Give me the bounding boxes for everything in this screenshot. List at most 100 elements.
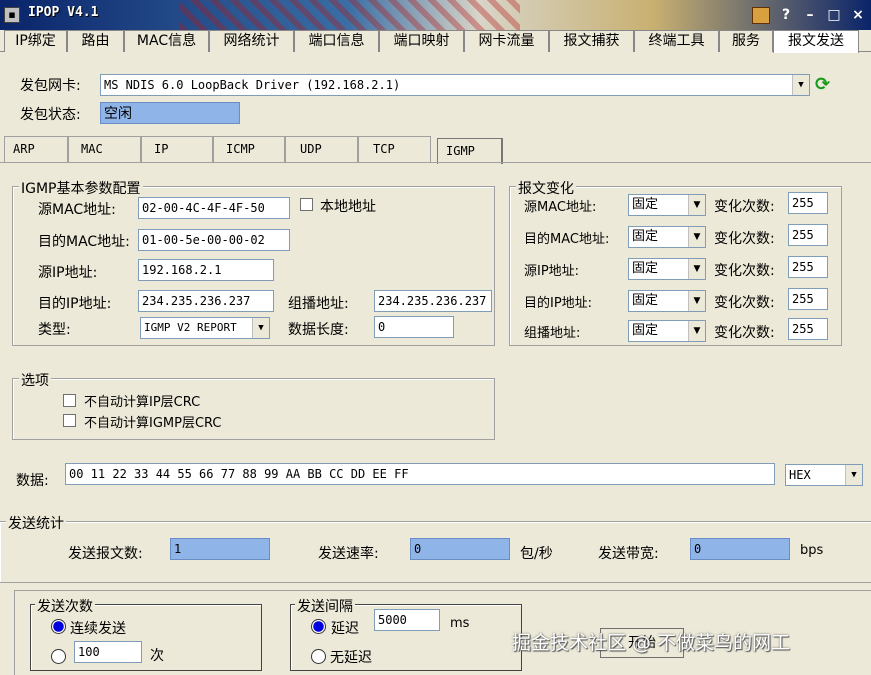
no-igmp-crc-label: 不自动计算IGMP层CRC bbox=[84, 416, 222, 431]
minimize-button[interactable]: – bbox=[800, 5, 820, 25]
dst-mac-input[interactable]: 01-00-5e-00-00-02 bbox=[138, 229, 290, 251]
bandwidth-unit: bps bbox=[800, 543, 824, 558]
var-dst-ip-count[interactable]: 255 bbox=[788, 288, 828, 310]
data-input[interactable]: 00 11 22 33 44 55 66 77 88 99 AA BB CC D… bbox=[65, 463, 775, 485]
send-count-unit: 次 bbox=[150, 648, 164, 664]
var-dst-mac-count-label: 变化次数: bbox=[714, 231, 775, 247]
send-rate-field: 0 bbox=[410, 538, 510, 560]
group-addr-label: 组播地址: bbox=[288, 296, 349, 312]
tab-port-mapping[interactable]: 端口映射 bbox=[379, 30, 464, 52]
close-button[interactable]: × bbox=[848, 5, 868, 25]
tab-route[interactable]: 路由 bbox=[67, 30, 124, 52]
chevron-down-icon[interactable]: ▼ bbox=[688, 321, 705, 341]
tab-arp[interactable]: ARP bbox=[4, 136, 68, 162]
watermark-text: 掘金技术社区 @ 不做菜鸟的网工 bbox=[512, 632, 791, 654]
variation-title: 报文变化 bbox=[516, 178, 576, 198]
window-title: IPOP V4.1 bbox=[28, 5, 99, 20]
bandwidth-field: 0 bbox=[690, 538, 790, 560]
data-length-input[interactable]: 0 bbox=[374, 316, 454, 338]
igmp-params-title: IGMP基本参数配置 bbox=[19, 178, 143, 198]
app-logo-icon bbox=[752, 7, 770, 24]
no-ip-crc-label: 不自动计算IP层CRC bbox=[84, 395, 201, 410]
var-group-count[interactable]: 255 bbox=[788, 318, 828, 340]
tab-terminal-tools[interactable]: 终端工具 bbox=[634, 30, 719, 52]
app-menu-icon[interactable]: ▪ bbox=[4, 7, 20, 23]
delay-radio[interactable] bbox=[311, 619, 326, 634]
sent-count-field: 1 bbox=[170, 538, 270, 560]
chevron-down-icon[interactable]: ▼ bbox=[845, 465, 862, 485]
data-length-label: 数据长度: bbox=[288, 322, 349, 338]
tab-packet-capture[interactable]: 报文捕获 bbox=[549, 30, 634, 52]
no-delay-radio[interactable] bbox=[311, 649, 326, 664]
delay-input[interactable]: 5000 bbox=[374, 609, 440, 631]
status-label: 发包状态: bbox=[20, 107, 81, 123]
src-mac-label: 源MAC地址: bbox=[38, 202, 116, 218]
tab-udp[interactable]: UDP bbox=[285, 136, 358, 162]
var-dst-mac-count[interactable]: 255 bbox=[788, 224, 828, 246]
tab-port-info[interactable]: 端口信息 bbox=[294, 30, 379, 52]
status-field: 空闲 bbox=[100, 102, 240, 124]
var-src-ip-mode-value: 固定 bbox=[632, 261, 659, 276]
help-button[interactable]: ? bbox=[776, 5, 796, 25]
var-group-mode[interactable]: 固定 ▼ bbox=[628, 320, 706, 342]
tab-nic-traffic[interactable]: 网卡流量 bbox=[464, 30, 549, 52]
maximize-button[interactable]: □ bbox=[824, 5, 844, 25]
tab-ip-bind[interactable]: IP绑定 bbox=[4, 30, 67, 52]
chevron-down-icon[interactable]: ▼ bbox=[688, 195, 705, 215]
type-select[interactable]: IGMP V2 REPORT ▼ bbox=[140, 317, 270, 339]
no-delay-label: 无延迟 bbox=[330, 650, 372, 666]
var-src-mac-count[interactable]: 255 bbox=[788, 192, 828, 214]
tab-ip[interactable]: IP bbox=[141, 136, 213, 162]
no-ip-crc-checkbox[interactable] bbox=[63, 394, 76, 407]
tab-mac-info[interactable]: MAC信息 bbox=[124, 30, 209, 52]
var-dst-ip-mode-value: 固定 bbox=[632, 293, 659, 308]
tab-mac[interactable]: MAC bbox=[68, 136, 141, 162]
tab-igmp[interactable]: IGMP bbox=[437, 138, 503, 164]
chevron-down-icon[interactable]: ▼ bbox=[792, 75, 809, 95]
var-src-ip-count[interactable]: 255 bbox=[788, 256, 828, 278]
data-format-select[interactable]: HEX ▼ bbox=[785, 464, 863, 486]
chevron-down-icon[interactable]: ▼ bbox=[688, 227, 705, 247]
tab-services[interactable]: 服务 bbox=[719, 30, 773, 52]
var-dst-ip-count-label: 变化次数: bbox=[714, 295, 775, 311]
tab-net-stats[interactable]: 网络统计 bbox=[209, 30, 294, 52]
dst-mac-label: 目的MAC地址: bbox=[38, 234, 130, 250]
var-dst-mac-mode[interactable]: 固定 ▼ bbox=[628, 226, 706, 248]
var-src-ip-label: 源IP地址: bbox=[524, 264, 580, 279]
type-label: 类型: bbox=[38, 322, 71, 338]
var-src-mac-mode-value: 固定 bbox=[632, 197, 659, 212]
no-igmp-crc-checkbox[interactable] bbox=[63, 414, 76, 427]
var-dst-ip-mode[interactable]: 固定 ▼ bbox=[628, 290, 706, 312]
tab-icmp[interactable]: ICMP bbox=[213, 136, 285, 162]
adapter-select[interactable]: MS NDIS 6.0 LoopBack Driver (192.168.2.1… bbox=[100, 74, 810, 96]
chevron-down-icon[interactable]: ▼ bbox=[688, 259, 705, 279]
var-src-mac-label: 源MAC地址: bbox=[524, 200, 597, 215]
continuous-send-radio[interactable] bbox=[51, 619, 66, 634]
var-src-mac-count-label: 变化次数: bbox=[714, 199, 775, 215]
dst-ip-input[interactable]: 234.235.236.237 bbox=[138, 290, 274, 312]
adapter-value: MS NDIS 6.0 LoopBack Driver (192.168.2.1… bbox=[104, 78, 401, 92]
src-ip-input[interactable]: 192.168.2.1 bbox=[138, 259, 274, 281]
data-label: 数据: bbox=[16, 473, 49, 489]
send-count-input[interactable]: 100 bbox=[74, 641, 142, 663]
continuous-send-label: 连续发送 bbox=[70, 621, 126, 637]
chevron-down-icon[interactable]: ▼ bbox=[688, 291, 705, 311]
var-dst-ip-label: 目的IP地址: bbox=[524, 296, 593, 311]
src-mac-input[interactable]: 02-00-4C-4F-4F-50 bbox=[138, 197, 290, 219]
send-count-group: 发送次数 bbox=[30, 596, 262, 671]
var-dst-mac-label: 目的MAC地址: bbox=[524, 232, 610, 247]
var-group-count-label: 变化次数: bbox=[714, 325, 775, 341]
send-count-title: 发送次数 bbox=[35, 596, 95, 616]
refresh-icon[interactable]: ⟳ bbox=[815, 75, 835, 95]
chevron-down-icon[interactable]: ▼ bbox=[252, 318, 269, 338]
local-address-checkbox[interactable] bbox=[300, 198, 313, 211]
adapter-label: 发包网卡: bbox=[20, 78, 81, 94]
count-send-radio[interactable] bbox=[51, 649, 66, 664]
var-src-mac-mode[interactable]: 固定 ▼ bbox=[628, 194, 706, 216]
src-ip-label: 源IP地址: bbox=[38, 265, 98, 281]
var-src-ip-mode[interactable]: 固定 ▼ bbox=[628, 258, 706, 280]
data-format-value: HEX bbox=[789, 468, 811, 482]
tab-packet-send[interactable]: 报文发送 bbox=[773, 30, 859, 53]
group-addr-input[interactable]: 234.235.236.237 bbox=[374, 290, 492, 312]
tab-tcp[interactable]: TCP bbox=[358, 136, 431, 162]
